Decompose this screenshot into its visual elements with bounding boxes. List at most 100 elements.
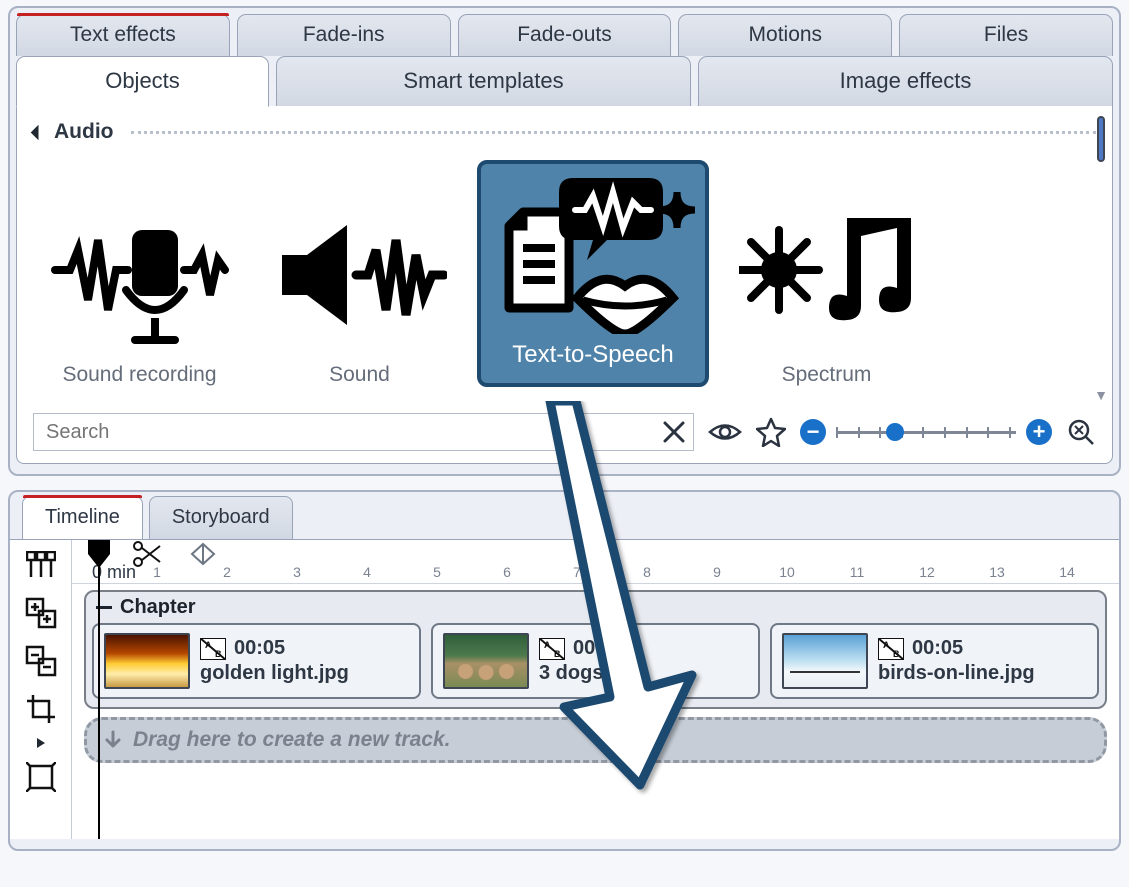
tab-storyboard[interactable]: Storyboard (149, 496, 293, 540)
scrollbar-down-icon[interactable]: ▼ (1094, 387, 1108, 403)
tab-timeline[interactable]: Timeline (22, 496, 143, 540)
toolbox-scrollbar[interactable]: ▼ (1094, 116, 1108, 403)
zoom-in-button[interactable]: + (1026, 419, 1052, 445)
ruler-tick: 2 (223, 564, 231, 580)
svg-text:B: B (554, 649, 561, 659)
ruler-tick: 4 (363, 564, 371, 580)
transition-ab-icon: AB (200, 638, 226, 660)
tab-motions[interactable]: Motions (678, 14, 892, 56)
clip-thumbnail (782, 633, 868, 689)
new-track-dropzone[interactable]: Drag here to create a new track. (84, 717, 1107, 763)
ruler-tick: 9 (713, 564, 721, 580)
chapter-block[interactable]: Chapter AB 00:05 golden light.jp (84, 590, 1107, 709)
sound-recording-icon (37, 192, 242, 357)
audio-items: Sound recording Sound (33, 160, 1096, 387)
item-sound[interactable]: Sound (272, 192, 447, 387)
timeline-body: 0 min 1 2 3 4 5 6 7 8 9 10 11 12 13 14 C… (10, 539, 1119, 839)
ruler-tick: 3 (293, 564, 301, 580)
sound-icon (272, 192, 447, 357)
clip-duration: 00:05 (912, 637, 963, 660)
search-input[interactable] (44, 420, 661, 445)
tab-fade-outs[interactable]: Fade-outs (458, 14, 672, 56)
item-label: Sound (272, 363, 447, 387)
item-text-to-speech[interactable]: Text-to-Speech (477, 160, 709, 387)
tab-files[interactable]: Files (899, 14, 1113, 56)
clip-thumbnail (104, 633, 190, 689)
item-label: Sound recording (37, 363, 242, 387)
item-spectrum[interactable]: Spectrum (739, 192, 914, 387)
add-track-icon[interactable] (22, 594, 60, 632)
zoom-out-button[interactable]: − (800, 419, 826, 445)
clip-duration: 00:05 (573, 637, 624, 660)
clip-filename: golden light.jpg (200, 662, 409, 685)
zoom-slider-knob[interactable] (886, 423, 904, 441)
zoom-fit-icon[interactable] (1066, 417, 1096, 447)
ruler-tick: 6 (503, 564, 511, 580)
item-label: Text-to-Speech (485, 341, 701, 369)
clip-filename: birds-on-line.jpg (878, 662, 1087, 685)
svg-text:B: B (215, 649, 222, 659)
clip-filename: 3 dogs.jpg (539, 662, 748, 685)
ruler-tick: 10 (779, 564, 795, 580)
spectrum-icon (739, 192, 914, 357)
top-tabs-row1: Text effects Fade-ins Fade-outs Motions … (16, 14, 1113, 56)
timeline-tabs: Timeline Storyboard (10, 492, 1119, 540)
svg-text:B: B (893, 649, 900, 659)
playhead-line (98, 540, 100, 839)
clip-item[interactable]: AB 00:05 golden light.jpg (92, 623, 421, 699)
ruler-tick: 12 (919, 564, 935, 580)
dropzone-label: Drag here to create a new track. (133, 728, 450, 752)
expand-triangle-icon[interactable] (37, 738, 45, 748)
crop-icon[interactable] (22, 690, 60, 728)
search-row: − + (33, 413, 1096, 451)
item-sound-recording[interactable]: Sound recording (37, 192, 242, 387)
timeline-sidebar (10, 540, 72, 839)
preview-eye-icon[interactable] (708, 419, 742, 445)
svg-text:A: A (544, 640, 551, 650)
scrollbar-thumb[interactable] (1097, 116, 1105, 162)
svg-text:A: A (883, 640, 890, 650)
tab-text-effects[interactable]: Text effects (16, 14, 230, 56)
tab-fade-ins[interactable]: Fade-ins (237, 14, 451, 56)
toolbox-panel: Text effects Fade-ins Fade-outs Motions … (8, 6, 1121, 476)
ruler-tick: 13 (989, 564, 1005, 580)
tab-objects[interactable]: Objects (16, 56, 269, 107)
clip-item[interactable]: AB 00:05 3 dogs.jpg (431, 623, 760, 699)
ruler-tick: 5 (433, 564, 441, 580)
tab-smart-templates[interactable]: Smart templates (276, 56, 691, 107)
ruler-tick: 11 (850, 564, 865, 580)
search-box[interactable] (33, 413, 694, 451)
favorite-star-icon[interactable] (756, 417, 786, 447)
clear-search-icon[interactable] (661, 419, 687, 445)
top-tabs-row2: Objects Smart templates Image effects (16, 56, 1113, 107)
tracks-view-icon[interactable] (22, 546, 60, 584)
transition-ab-icon: AB (878, 638, 904, 660)
zoom-slider[interactable] (836, 423, 1016, 441)
ruler-tick: 7 (573, 564, 581, 580)
ruler-tick: 8 (643, 564, 651, 580)
tab-image-effects[interactable]: Image effects (698, 56, 1113, 107)
category-header-audio[interactable]: Audio (33, 120, 1096, 144)
ruler-tick: 14 (1059, 564, 1075, 580)
category-label: Audio (54, 120, 113, 144)
chapter-clips: AB 00:05 golden light.jpg (92, 623, 1099, 699)
timeline-main: 0 min 1 2 3 4 5 6 7 8 9 10 11 12 13 14 C… (72, 540, 1119, 839)
svg-text:A: A (205, 640, 212, 650)
text-to-speech-icon (485, 170, 701, 335)
timeline-ruler[interactable]: 0 min 1 2 3 4 5 6 7 8 9 10 11 12 13 14 (72, 540, 1119, 584)
scrollbar-track[interactable] (1097, 116, 1105, 387)
clip-thumbnail (443, 633, 529, 689)
chapter-header[interactable]: Chapter (92, 596, 1099, 623)
chapter-label: Chapter (120, 596, 196, 619)
remove-track-icon[interactable] (22, 642, 60, 680)
down-arrow-icon (103, 730, 123, 750)
collapse-triangle-icon (31, 124, 47, 140)
fullscreen-icon[interactable] (22, 758, 60, 796)
item-label: Spectrum (739, 363, 914, 387)
timeline-panel: Timeline Storyboard (8, 490, 1121, 851)
ruler-tick: 1 (153, 564, 161, 580)
clip-item[interactable]: AB 00:05 birds-on-line.jpg (770, 623, 1099, 699)
marker-diamond-icon[interactable] (190, 542, 216, 571)
toolbox-body: Audio (16, 106, 1113, 464)
category-divider (131, 131, 1096, 134)
